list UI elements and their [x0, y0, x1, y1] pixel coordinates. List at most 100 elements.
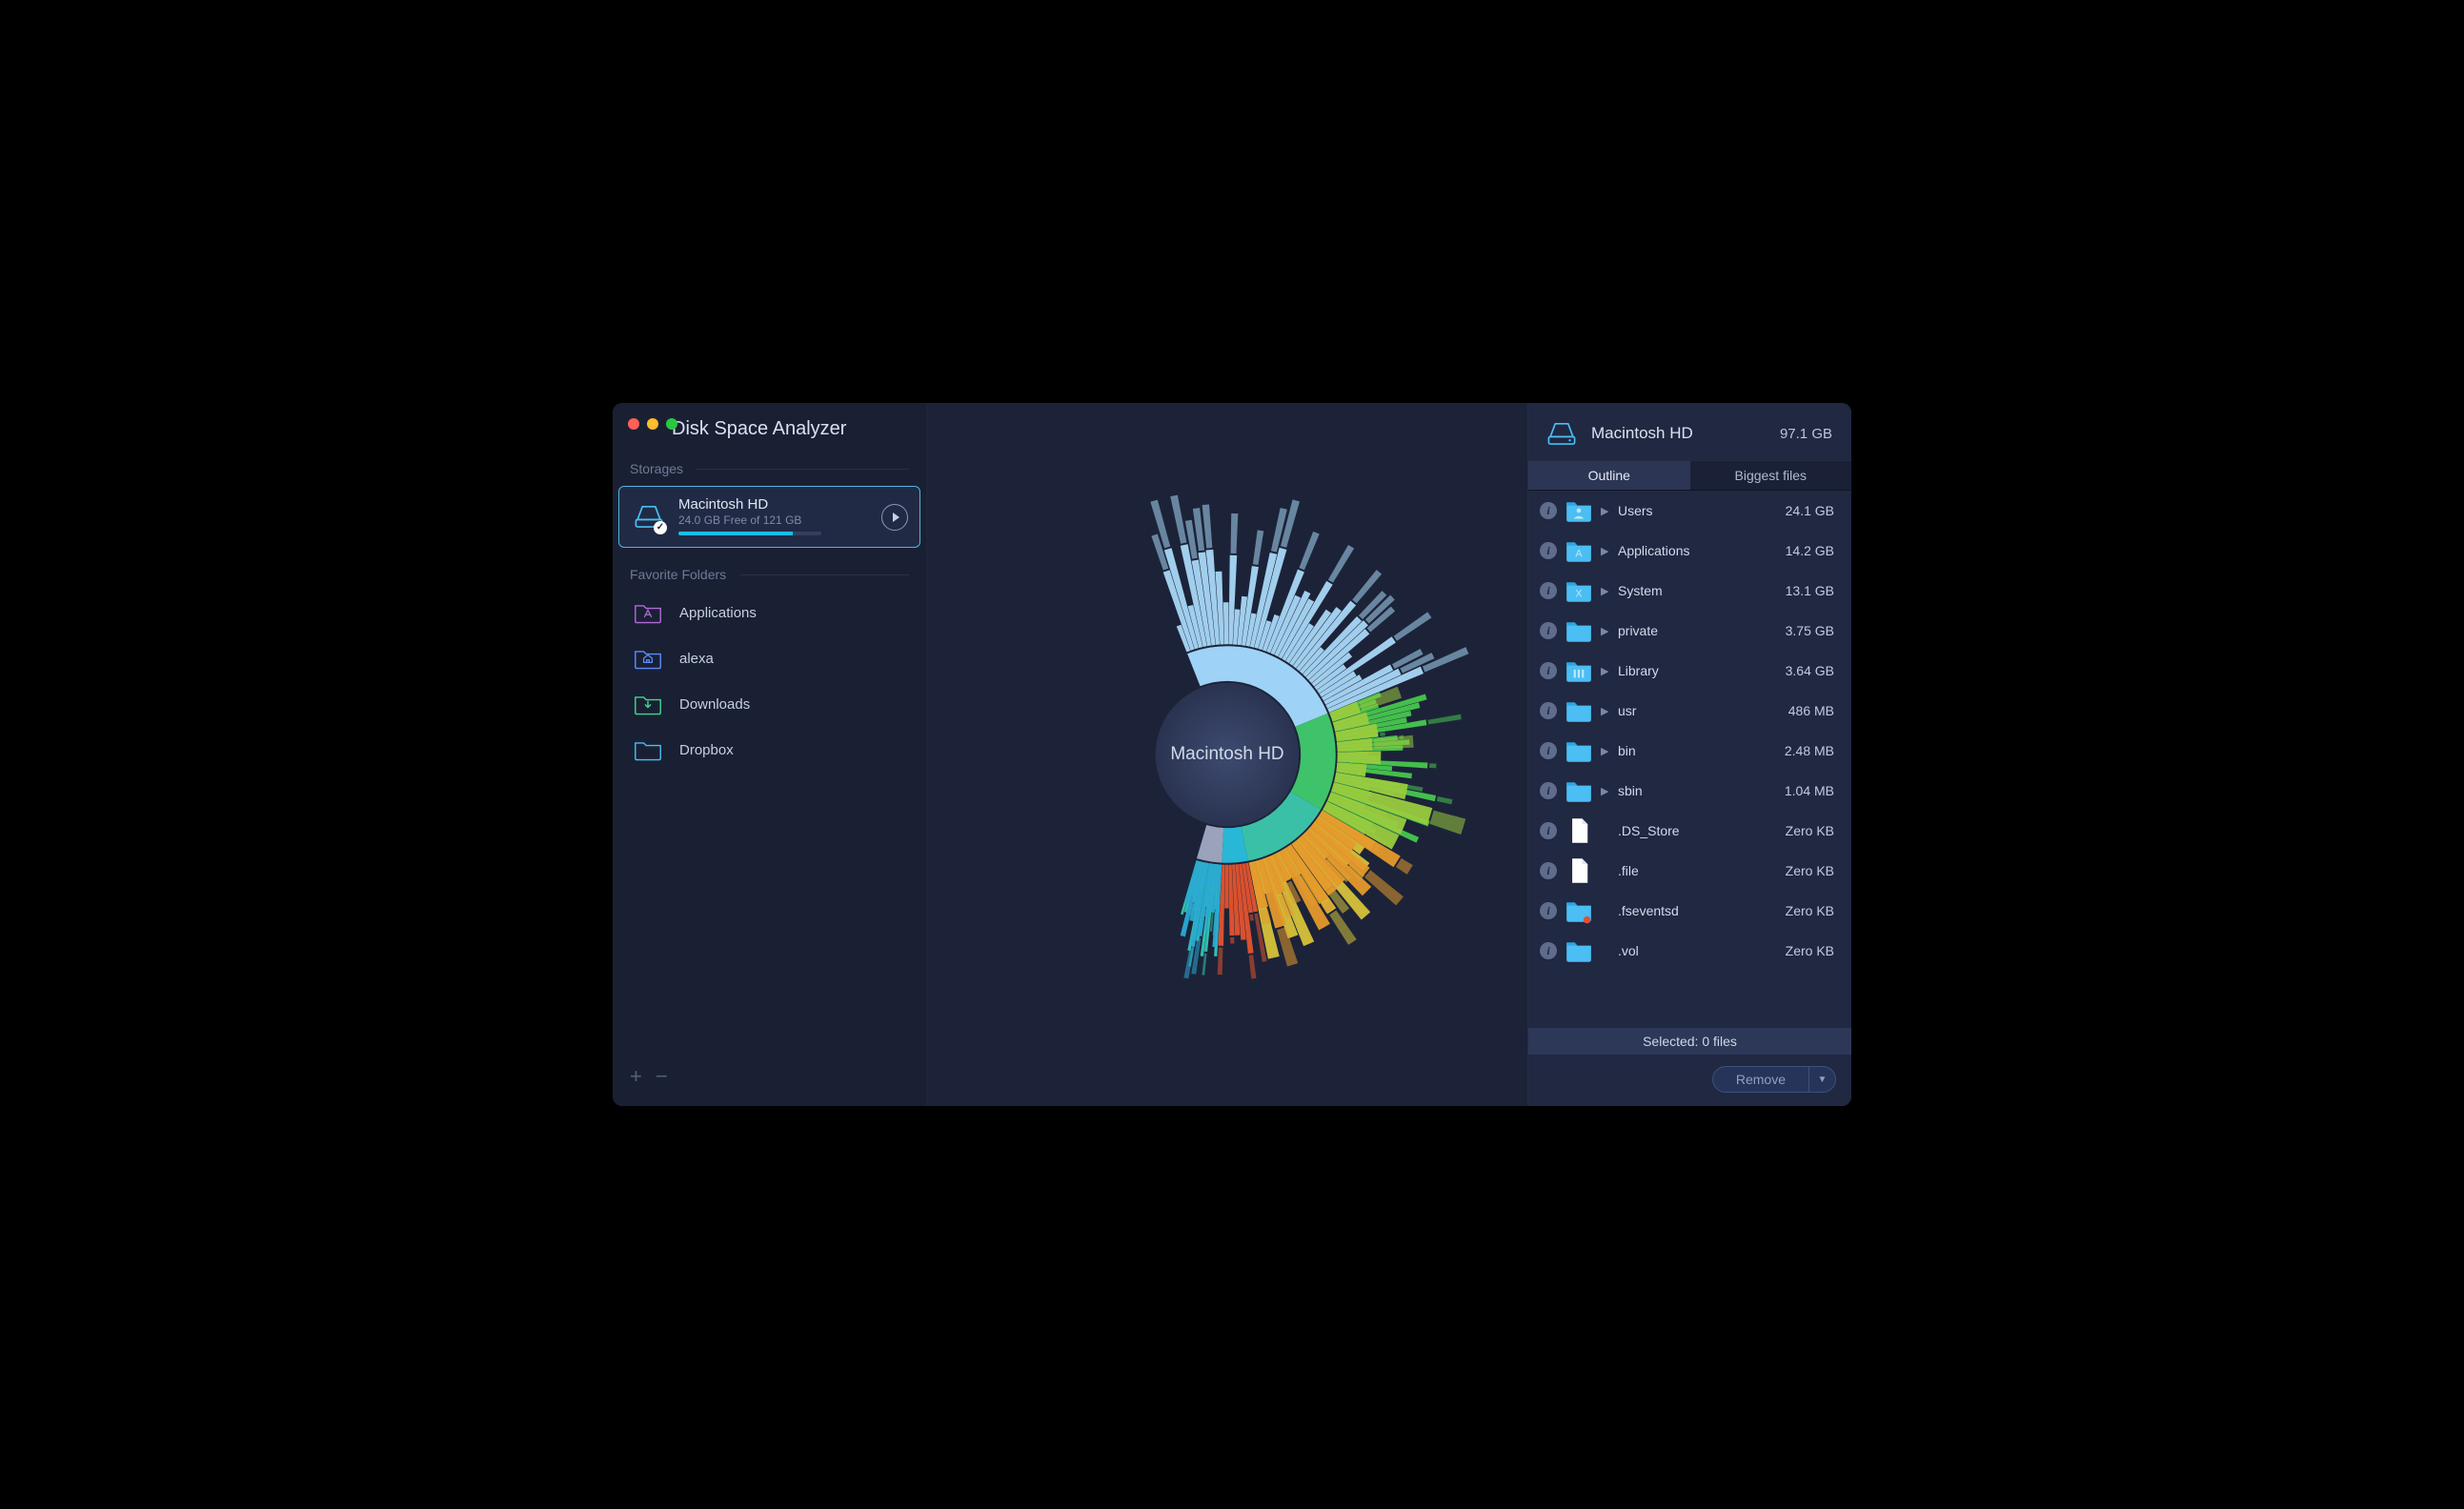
- outline-row[interactable]: iA▶Applications14.2 GB: [1528, 531, 1851, 571]
- chevron-right-icon[interactable]: ▶: [1601, 785, 1610, 797]
- favorite-label: Dropbox: [679, 742, 734, 758]
- outline-row[interactable]: i ▶ private 3.75 GB: [1528, 611, 1851, 651]
- chevron-right-icon[interactable]: ▶: [1601, 625, 1610, 637]
- info-icon[interactable]: i: [1540, 582, 1557, 599]
- chevron-right-icon[interactable]: ▶: [1601, 665, 1610, 677]
- file-name: .fseventsd: [1618, 903, 1778, 918]
- file-name: usr: [1618, 703, 1781, 718]
- folder-icon: A: [1565, 538, 1593, 563]
- sunburst-chart[interactable]: Macintosh HD: [927, 403, 1527, 1106]
- info-icon[interactable]: i: [1540, 502, 1557, 519]
- file-name: System: [1618, 583, 1778, 598]
- folder-icon: [634, 692, 662, 716]
- folder-icon: [1565, 498, 1593, 523]
- file-name: private: [1618, 623, 1778, 638]
- folder-icon: [1565, 898, 1593, 923]
- folder-icon: [1565, 658, 1593, 683]
- file-icon: [1565, 818, 1593, 843]
- folder-icon: [1565, 938, 1593, 963]
- storage-usage-bar: [678, 532, 821, 535]
- file-size: 3.75 GB: [1786, 623, 1834, 638]
- file-name: bin: [1618, 743, 1777, 758]
- file-size: 24.1 GB: [1786, 503, 1834, 518]
- file-size: 13.1 GB: [1786, 583, 1834, 598]
- outline-row[interactable]: i ▶ usr 486 MB: [1528, 691, 1851, 731]
- details-size: 97.1 GB: [1780, 426, 1832, 442]
- file-name: .DS_Store: [1618, 823, 1778, 838]
- details-footer: Remove ▼: [1528, 1055, 1851, 1106]
- favorite-item-downloads[interactable]: Downloads: [613, 681, 926, 727]
- folder-icon: [1565, 618, 1593, 643]
- favorite-folders-list: Applications alexa Downloads Dropbox: [613, 590, 926, 773]
- outline-row[interactable]: i ▶ bin 2.48 MB: [1528, 731, 1851, 771]
- file-size: 2.48 MB: [1785, 743, 1834, 758]
- check-badge-icon: ✓: [654, 521, 667, 534]
- remove-favorite-button[interactable]: −: [656, 1064, 668, 1089]
- info-icon[interactable]: i: [1540, 822, 1557, 839]
- info-icon[interactable]: i: [1540, 902, 1557, 919]
- file-name: Users: [1618, 503, 1778, 518]
- favorite-item-dropbox[interactable]: Dropbox: [613, 727, 926, 773]
- favorite-item-applications[interactable]: Applications: [613, 590, 926, 635]
- info-icon[interactable]: i: [1540, 542, 1557, 559]
- chevron-right-icon[interactable]: ▶: [1601, 545, 1610, 557]
- favorite-label: alexa: [679, 651, 714, 667]
- outline-row[interactable]: i.fileZero KB: [1528, 851, 1851, 891]
- file-name: sbin: [1618, 783, 1777, 798]
- chevron-right-icon[interactable]: ▶: [1601, 745, 1610, 757]
- favorite-label: Applications: [679, 605, 757, 621]
- info-icon[interactable]: i: [1540, 662, 1557, 679]
- info-icon[interactable]: i: [1540, 862, 1557, 879]
- chevron-right-icon[interactable]: ▶: [1601, 505, 1610, 517]
- info-icon[interactable]: i: [1540, 782, 1557, 799]
- file-size: 1.04 MB: [1785, 783, 1834, 798]
- info-icon[interactable]: i: [1540, 742, 1557, 759]
- storage-text: Macintosh HD 24.0 GB Free of 121 GB: [678, 496, 821, 535]
- chevron-right-icon[interactable]: ▶: [1601, 705, 1610, 717]
- add-favorite-button[interactable]: +: [630, 1064, 642, 1089]
- folder-icon: [1565, 778, 1593, 803]
- tab-outline[interactable]: Outline: [1528, 461, 1690, 490]
- info-icon[interactable]: i: [1540, 702, 1557, 719]
- chevron-right-icon[interactable]: ▶: [1601, 585, 1610, 597]
- disk-icon: ✓: [633, 502, 665, 531]
- storages-heading: Storages: [613, 455, 926, 484]
- folder-icon: [634, 737, 662, 762]
- remove-button-label: Remove: [1713, 1067, 1808, 1092]
- details-title: Macintosh HD: [1591, 424, 1767, 443]
- window-controls: [628, 418, 677, 430]
- zoom-window-icon[interactable]: [666, 418, 677, 430]
- minimize-window-icon[interactable]: [647, 418, 658, 430]
- outline-row[interactable]: i X ▶ System 13.1 GB: [1528, 571, 1851, 611]
- storage-card[interactable]: ✓ Macintosh HD 24.0 GB Free of 121 GB: [618, 486, 920, 548]
- outline-row[interactable]: i.volZero KB: [1528, 931, 1851, 971]
- close-window-icon[interactable]: [628, 418, 639, 430]
- file-name: .vol: [1618, 943, 1778, 958]
- selection-status: Selected: 0 files: [1528, 1028, 1851, 1055]
- outline-row[interactable]: i.fseventsdZero KB: [1528, 891, 1851, 931]
- file-size: Zero KB: [1786, 823, 1834, 838]
- file-name: Applications: [1618, 543, 1778, 558]
- file-size: 486 MB: [1788, 703, 1834, 718]
- svg-text:A: A: [1575, 548, 1583, 559]
- storage-name: Macintosh HD: [678, 496, 821, 513]
- outline-row[interactable]: i ▶ sbin 1.04 MB: [1528, 771, 1851, 811]
- info-icon[interactable]: i: [1540, 622, 1557, 639]
- outline-row[interactable]: i ▶ Users 24.1 GB: [1528, 491, 1851, 531]
- remove-button[interactable]: Remove ▼: [1712, 1066, 1836, 1093]
- file-size: Zero KB: [1786, 863, 1834, 878]
- info-icon[interactable]: i: [1540, 942, 1557, 959]
- favorite-item-alexa[interactable]: alexa: [613, 635, 926, 681]
- outline-row[interactable]: i .DS_Store Zero KB: [1528, 811, 1851, 851]
- folder-icon: [1565, 698, 1593, 723]
- sidebar: Disk Space Analyzer Storages ✓ Macintosh…: [613, 403, 927, 1106]
- outline-list: i▶Users24.1 GBiA▶Applications14.2 GBiX▶S…: [1528, 491, 1851, 1028]
- outline-row[interactable]: i▶Library3.64 GB: [1528, 651, 1851, 691]
- disk-icon: [1545, 420, 1578, 447]
- file-icon: [1565, 858, 1593, 883]
- tab-biggest[interactable]: Biggest files: [1690, 461, 1852, 490]
- details-header: Macintosh HD 97.1 GB: [1528, 403, 1851, 460]
- remove-dropdown-icon[interactable]: ▼: [1808, 1067, 1835, 1092]
- rescan-button[interactable]: [881, 504, 908, 531]
- svg-text:X: X: [1575, 588, 1582, 599]
